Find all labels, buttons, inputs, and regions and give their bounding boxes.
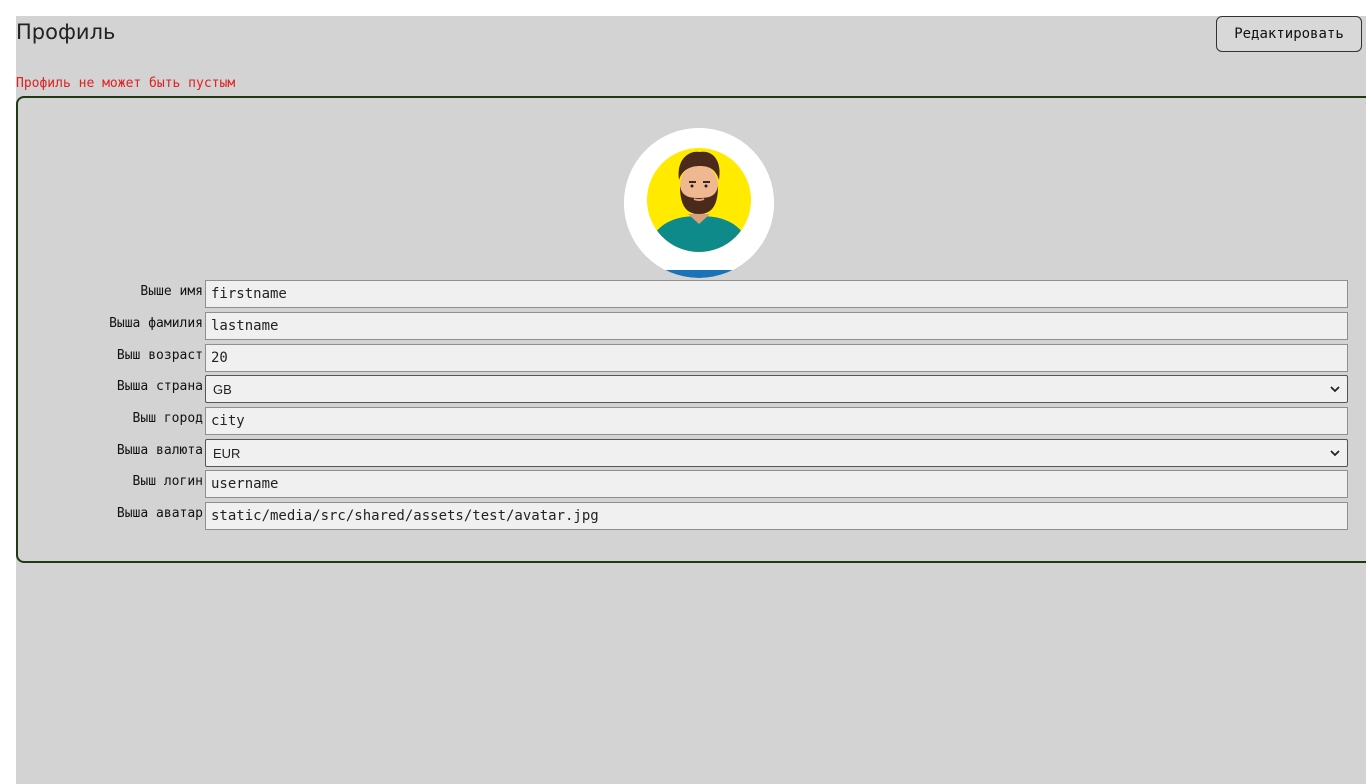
chevron-down-icon <box>1330 386 1340 393</box>
avatar-label: Выша аватар <box>116 506 203 521</box>
avatar-input[interactable] <box>205 502 1348 530</box>
lastname-label: Выша фамилия <box>109 316 203 331</box>
chevron-down-icon <box>1330 450 1340 457</box>
currency-row: Выша валюта EUR <box>18 439 1358 467</box>
profile-card: Выше имя Выша фамилия Выш возраст Выша с… <box>16 96 1366 563</box>
profile-page: Профиль Редактировать Профиль не может б… <box>16 16 1366 784</box>
edit-button[interactable]: Редактировать <box>1216 16 1362 52</box>
avatar-image <box>624 128 774 278</box>
username-input[interactable] <box>205 470 1348 498</box>
username-row: Выш логин <box>18 470 1358 498</box>
avatar-row: Выша аватар <box>18 502 1358 530</box>
age-input[interactable] <box>205 344 1348 372</box>
error-message: Профиль не может быть пустым <box>16 76 236 91</box>
currency-select-value: EUR <box>213 446 241 461</box>
age-label: Выш возраст <box>116 348 203 363</box>
currency-select[interactable]: EUR <box>205 439 1348 467</box>
lastname-input[interactable] <box>205 312 1348 340</box>
currency-label: Выша валюта <box>116 443 203 458</box>
city-label: Выш город <box>132 411 203 426</box>
country-row: Выша страна GB <box>18 375 1358 403</box>
firstname-input[interactable] <box>205 280 1348 308</box>
page-title: Профиль <box>16 20 116 44</box>
username-label: Выш логин <box>132 474 203 489</box>
avatar <box>624 128 774 278</box>
firstname-label: Выше имя <box>140 284 203 299</box>
city-row: Выш город <box>18 407 1358 435</box>
city-input[interactable] <box>205 407 1348 435</box>
country-select-value: GB <box>213 382 232 397</box>
lastname-row: Выша фамилия <box>18 312 1358 340</box>
country-select[interactable]: GB <box>205 375 1348 403</box>
firstname-row: Выше имя <box>18 280 1358 308</box>
age-row: Выш возраст <box>18 344 1358 372</box>
country-label: Выша страна <box>116 379 203 394</box>
